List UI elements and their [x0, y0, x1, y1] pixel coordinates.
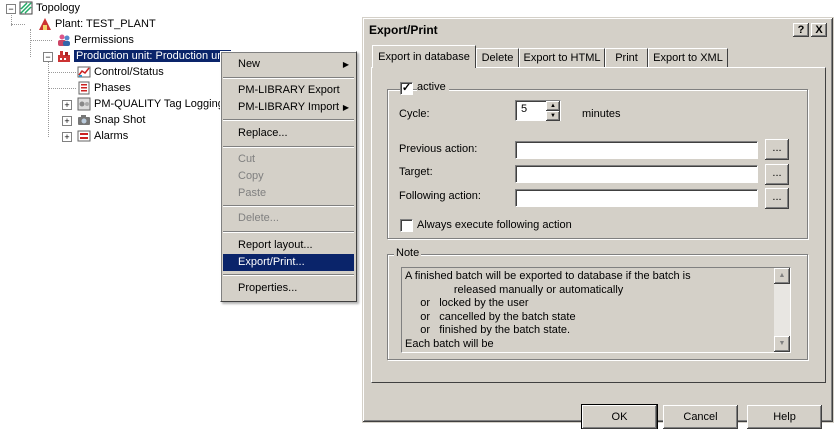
tree-connector — [11, 24, 25, 25]
submenu-arrow-icon: ▶ — [342, 103, 349, 112]
tree-connector — [30, 40, 52, 41]
menu-separator — [223, 274, 354, 276]
tab-export-to-xml[interactable]: Export to XML — [648, 48, 728, 67]
phases-icon — [77, 81, 91, 95]
control-status-icon — [77, 65, 91, 79]
topology-icon — [19, 1, 33, 15]
menu-item-properties[interactable]: Properties... — [223, 280, 354, 297]
tag-logging-icon — [77, 97, 91, 111]
tree-item-plant[interactable]: Plant: TEST_PLANT — [38, 16, 156, 32]
expand-toggle[interactable]: + — [62, 100, 72, 110]
tree-item-alarms[interactable]: Alarms — [77, 128, 128, 144]
production-unit-icon — [57, 49, 71, 63]
menu-item-pm-library-import[interactable]: PM-LIBRARY Import ▶ — [223, 99, 354, 116]
tab-export-to-html[interactable]: Export to HTML — [519, 48, 605, 67]
tree-item-control-status[interactable]: Control/Status — [77, 64, 164, 80]
plant-icon — [38, 17, 52, 31]
help-icon[interactable]: ? — [793, 23, 809, 37]
menu-item-cut: Cut — [238, 153, 256, 165]
tree-item-topology[interactable]: Topology — [19, 0, 80, 16]
active-checkbox[interactable]: ✓ — [400, 82, 413, 95]
cycle-unit: minutes — [582, 108, 621, 120]
menu-separator — [223, 77, 354, 79]
dialog-titlebar: Export/Print ? X — [366, 21, 830, 40]
always-execute-checkbox[interactable] — [400, 219, 413, 232]
collapse-toggle[interactable]: − — [6, 4, 16, 14]
spinner-up-icon[interactable]: ▲ — [546, 101, 560, 111]
following-action-browse-button[interactable]: ... — [765, 188, 789, 209]
alarm-icon — [77, 129, 91, 143]
ok-button[interactable]: OK — [581, 404, 658, 429]
menu-separator — [223, 146, 354, 148]
export-print-dialog: Export/Print ? X Export in database Dele… — [362, 17, 834, 429]
tab-print[interactable]: Print — [605, 48, 648, 67]
note-text: A finished batch will be exported to dat… — [405, 270, 691, 350]
menu-item-export-print[interactable]: Export/Print... — [223, 254, 354, 271]
target-field[interactable] — [515, 165, 758, 183]
tree-item-permissions[interactable]: Permissions — [57, 32, 134, 48]
users-icon — [57, 33, 71, 47]
tree-item-phases[interactable]: Phases — [77, 80, 131, 96]
note-textbox[interactable]: A finished batch will be exported to dat… — [401, 267, 791, 353]
expand-toggle[interactable]: + — [62, 132, 72, 142]
tree-connector — [48, 88, 76, 89]
collapse-toggle[interactable]: − — [43, 52, 53, 62]
menu-item-delete: Delete... — [238, 212, 279, 224]
cancel-button[interactable]: Cancel — [663, 405, 738, 429]
target-browse-button[interactable]: ... — [765, 164, 789, 185]
menu-separator — [223, 205, 354, 207]
help-button[interactable]: Help — [747, 405, 822, 429]
target-label: Target: — [399, 166, 433, 178]
camera-icon — [77, 113, 91, 127]
scroll-up-icon[interactable]: ▲ — [774, 268, 790, 284]
menu-item-copy: Copy — [238, 170, 264, 182]
following-action-field[interactable] — [515, 189, 758, 207]
previous-action-browse-button[interactable]: ... — [765, 139, 789, 160]
tree-item-production-unit[interactable]: Production unit: Production unit — [57, 48, 231, 64]
tree-connector — [48, 72, 76, 73]
tab-export-in-database[interactable]: Export in database — [372, 45, 476, 68]
scroll-down-icon[interactable]: ▼ — [774, 336, 790, 352]
spinner-down-icon[interactable]: ▼ — [546, 111, 560, 121]
tree-item-snap-shot[interactable]: Snap Shot — [77, 112, 145, 128]
menu-item-report-layout[interactable]: Report layout... — [223, 237, 354, 254]
cycle-label: Cycle: — [399, 108, 430, 120]
dialog-title: Export/Print — [369, 23, 438, 37]
note-label: Note — [394, 247, 422, 259]
following-action-label: Following action: — [399, 190, 481, 202]
tree-connector — [30, 29, 31, 57]
note-scrollbar[interactable]: ▲ ▼ — [774, 268, 790, 352]
menu-item-new[interactable]: New ▶ — [223, 56, 354, 73]
menu-separator — [223, 231, 354, 233]
close-icon[interactable]: X — [811, 23, 827, 37]
always-execute-label: Always execute following action — [417, 219, 572, 231]
menu-item-paste: Paste — [238, 187, 267, 199]
submenu-arrow-icon: ▶ — [342, 60, 349, 69]
menu-separator — [223, 119, 354, 121]
tab-delete[interactable]: Delete — [476, 48, 519, 67]
active-label: active — [417, 81, 449, 93]
previous-action-label: Previous action: — [399, 143, 478, 155]
context-menu: New ▶ PM-LIBRARY Export PM-LIBRARY Import… — [220, 51, 357, 302]
expand-toggle[interactable]: + — [62, 116, 72, 126]
previous-action-field[interactable] — [515, 141, 758, 159]
tree-item-pm-quality[interactable]: PM-QUALITY Tag Logging — [77, 96, 224, 112]
menu-item-replace[interactable]: Replace... — [223, 125, 354, 142]
menu-item-pm-library-export[interactable]: PM-LIBRARY Export — [223, 82, 354, 99]
